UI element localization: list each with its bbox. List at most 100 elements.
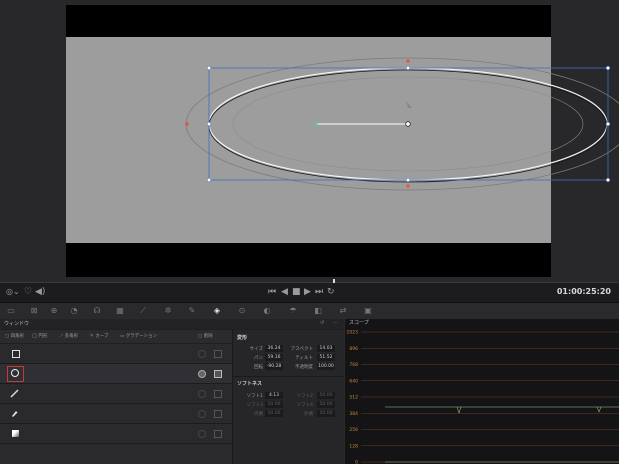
window-row-gradient[interactable] — [0, 424, 232, 444]
invert-toggle[interactable] — [198, 410, 206, 418]
handle-top-left[interactable] — [206, 65, 212, 71]
circle-icon — [11, 369, 19, 377]
tab-circle[interactable]: ◯ 円形 — [32, 333, 47, 339]
custom-curves-icon[interactable]: ⟋ — [137, 305, 149, 316]
stop-icon[interactable]: ■ — [292, 286, 301, 298]
soft-handle-top[interactable] — [406, 59, 410, 63]
soft3-field[interactable]: 50.00 — [265, 401, 283, 408]
outside-field[interactable]: 50.00 — [317, 410, 335, 417]
step-back-icon[interactable]: ◀ — [281, 286, 288, 298]
more-options-icon[interactable]: ⋯ — [333, 320, 338, 326]
qualifier-picker-icon[interactable]: ✎ — [186, 305, 198, 316]
section-divider — [233, 376, 345, 377]
brush-icon — [12, 411, 18, 417]
scope-tick-label: 1023 — [347, 330, 359, 336]
size-field[interactable]: 36.24 — [265, 345, 283, 352]
key-icon[interactable]: ◧ — [312, 305, 324, 316]
3d-icon[interactable]: ▣ — [362, 305, 374, 316]
color-match-icon[interactable]: ⊠ — [28, 305, 40, 316]
rotate-label: 回転 — [254, 365, 263, 370]
handle-top-center[interactable] — [405, 65, 411, 71]
invert-toggle[interactable] — [198, 390, 206, 398]
reset-icon[interactable]: ↺ — [320, 320, 324, 326]
handle-mid-left[interactable] — [206, 121, 212, 127]
window-tool-icon[interactable]: ◈ — [211, 305, 223, 316]
blur-icon[interactable]: ☂ — [287, 305, 299, 316]
soft2-field[interactable]: 50.00 — [317, 392, 335, 399]
invert-toggle[interactable] — [198, 370, 206, 378]
skip-start-icon[interactable]: ⏮ — [268, 286, 276, 298]
soft-handle-left[interactable] — [185, 122, 189, 126]
scope-panel: スコープ 1023 896 768 640 512 384 256 128 0 — [344, 319, 619, 464]
opacity-label: 不透明度 — [295, 365, 313, 370]
window-row-linear[interactable] — [0, 384, 232, 404]
loop-icon[interactable]: ↻ — [327, 286, 335, 298]
palette-toolbar: ▭ ⊠ ⊕ ◔ ☊ ▦ ⟋ ✲ ✎ ◈ ⊙ ◐ ☂ ◧ ⇄ ▣ — [0, 302, 619, 320]
tab-rectangle[interactable]: ▢ 四角形 — [5, 333, 24, 339]
outside-label: 外側 — [304, 412, 313, 417]
play-icon[interactable]: ▶ — [304, 286, 311, 298]
scope-tick-label: 768 — [349, 362, 358, 368]
soft4-field[interactable]: 50.00 — [317, 401, 335, 408]
aspect-field[interactable]: 14.03 — [317, 345, 335, 352]
enable-checkbox[interactable] — [214, 410, 222, 418]
sizing-icon[interactable]: ⇄ — [337, 305, 349, 316]
tracker-icon[interactable]: ⊙ — [236, 305, 248, 316]
skip-end-icon[interactable]: ⏭ — [315, 286, 323, 298]
size-label: サイズ — [249, 347, 263, 352]
window-overlay[interactable] — [0, 0, 619, 282]
soft1-label: ソフト1 — [246, 394, 263, 399]
timecode-display: 01:00:25:20 — [556, 287, 611, 296]
rgb-mixer-icon[interactable]: ◔ — [68, 305, 80, 316]
pen-line-icon — [10, 389, 19, 398]
invert-toggle[interactable] — [198, 430, 206, 438]
magic-mask-icon[interactable]: ◐ — [261, 305, 273, 316]
handle-mid-right[interactable] — [605, 121, 611, 127]
scope-tick-label: 256 — [349, 427, 358, 433]
handle-bottom-right[interactable] — [605, 177, 611, 183]
waveform-dip — [596, 406, 602, 413]
gradient-icon — [12, 430, 19, 437]
enable-checkbox[interactable] — [214, 350, 222, 358]
tab-polygon[interactable]: ⟋ 多角形 — [60, 333, 78, 339]
opacity-field[interactable]: 100.00 — [317, 363, 335, 370]
pan-label: パン — [253, 356, 263, 361]
motion-effects-icon[interactable]: ☊ — [91, 305, 103, 316]
inside-label: 内側 — [254, 412, 263, 417]
center-handle[interactable] — [405, 121, 411, 127]
tab-curve[interactable]: ✎ カーブ — [90, 333, 108, 339]
handle-bottom-left[interactable] — [206, 177, 212, 183]
color-wheels-icon[interactable]: ⊕ — [48, 305, 60, 316]
curves-icon[interactable]: ▦ — [114, 305, 126, 316]
soft3-label: ソフト3 — [246, 403, 263, 408]
rotate-field[interactable]: -90.28 — [265, 363, 283, 370]
pan-field[interactable]: 59.16 — [265, 354, 283, 361]
shape-tabs: ▢ 四角形 ◯ 円形 ⟋ 多角形 ✎ カーブ ▭ グラデーション □ 削除 — [0, 330, 232, 343]
viewer-options-icon[interactable]: ◎⌄ — [6, 286, 20, 298]
hsl-qualifier-icon[interactable]: ✲ — [162, 305, 174, 316]
tilt-label: ティルト — [295, 356, 313, 361]
soft-handle-bottom[interactable] — [406, 184, 410, 188]
enable-checkbox[interactable] — [214, 430, 222, 438]
handle-bottom-center[interactable] — [405, 177, 411, 183]
camera-raw-icon[interactable]: ▭ — [5, 305, 17, 316]
playhead[interactable] — [333, 279, 335, 283]
scope-tick-label: 0 — [355, 460, 358, 464]
window-row-circle[interactable] — [0, 364, 232, 384]
invert-toggle[interactable] — [198, 350, 206, 358]
window-row-square[interactable] — [0, 344, 232, 364]
rotation-handle[interactable] — [314, 122, 318, 126]
aspect-label: アスペクト — [290, 347, 313, 352]
window-list-empty — [0, 444, 232, 464]
audio-icon[interactable]: ◀) — [35, 286, 45, 298]
highlight-icon[interactable]: ♡ — [24, 286, 32, 298]
delete-button[interactable]: □ 削除 — [198, 333, 213, 339]
tilt-field[interactable]: 51.52 — [317, 354, 335, 361]
soft1-field[interactable]: 4.13 — [265, 392, 283, 399]
enable-checkbox[interactable] — [214, 390, 222, 398]
enable-checkbox[interactable] — [214, 370, 222, 378]
handle-top-right[interactable] — [605, 65, 611, 71]
inside-field[interactable]: 50.00 — [265, 410, 283, 417]
window-row-brush[interactable] — [0, 404, 232, 424]
tab-gradient[interactable]: ▭ グラデーション — [120, 333, 157, 339]
